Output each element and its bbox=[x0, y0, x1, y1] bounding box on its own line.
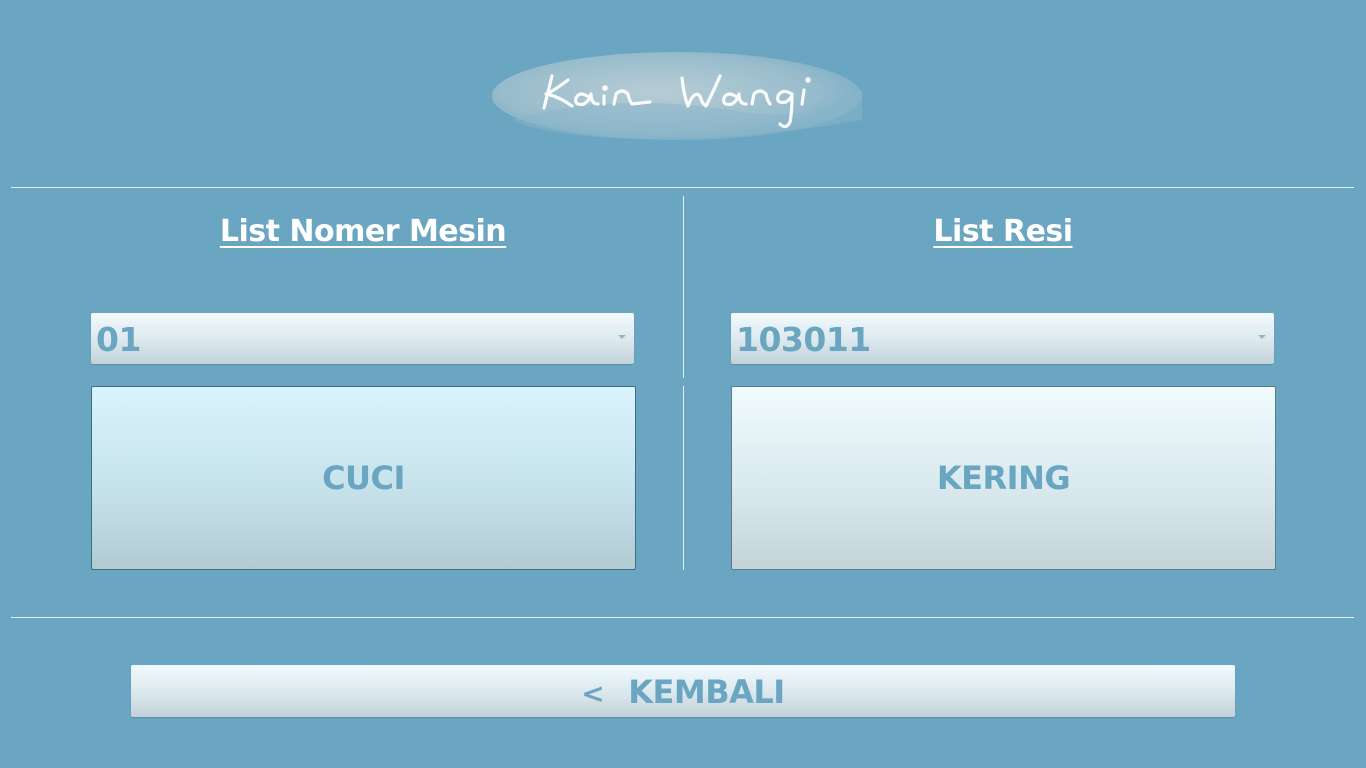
dropdown-caret-icon bbox=[1258, 335, 1266, 339]
wash-button[interactable]: CUCI bbox=[91, 386, 636, 570]
dropdown-caret-icon bbox=[618, 335, 626, 339]
back-button[interactable]: < KEMBALI bbox=[131, 665, 1235, 717]
top-divider bbox=[11, 187, 1354, 188]
receipt-list-heading: List Resi bbox=[933, 214, 1073, 249]
dry-button[interactable]: KERING bbox=[731, 386, 1276, 570]
center-divider-bottom bbox=[683, 386, 684, 570]
back-arrow-icon: < bbox=[581, 677, 605, 710]
machine-number-select[interactable]: 01 bbox=[91, 313, 634, 364]
back-button-label: KEMBALI bbox=[628, 673, 785, 711]
machine-list-heading: List Nomer Mesin bbox=[219, 214, 507, 249]
page: List Nomer Mesin 01 CUCI List Resi 10301… bbox=[0, 0, 1366, 768]
receipt-select[interactable]: 103011 bbox=[731, 313, 1274, 364]
bottom-divider bbox=[11, 617, 1354, 618]
receipt-value: 103011 bbox=[736, 320, 871, 359]
machine-number-value: 01 bbox=[96, 320, 141, 359]
app-logo bbox=[492, 50, 880, 142]
center-divider-top bbox=[683, 196, 684, 378]
